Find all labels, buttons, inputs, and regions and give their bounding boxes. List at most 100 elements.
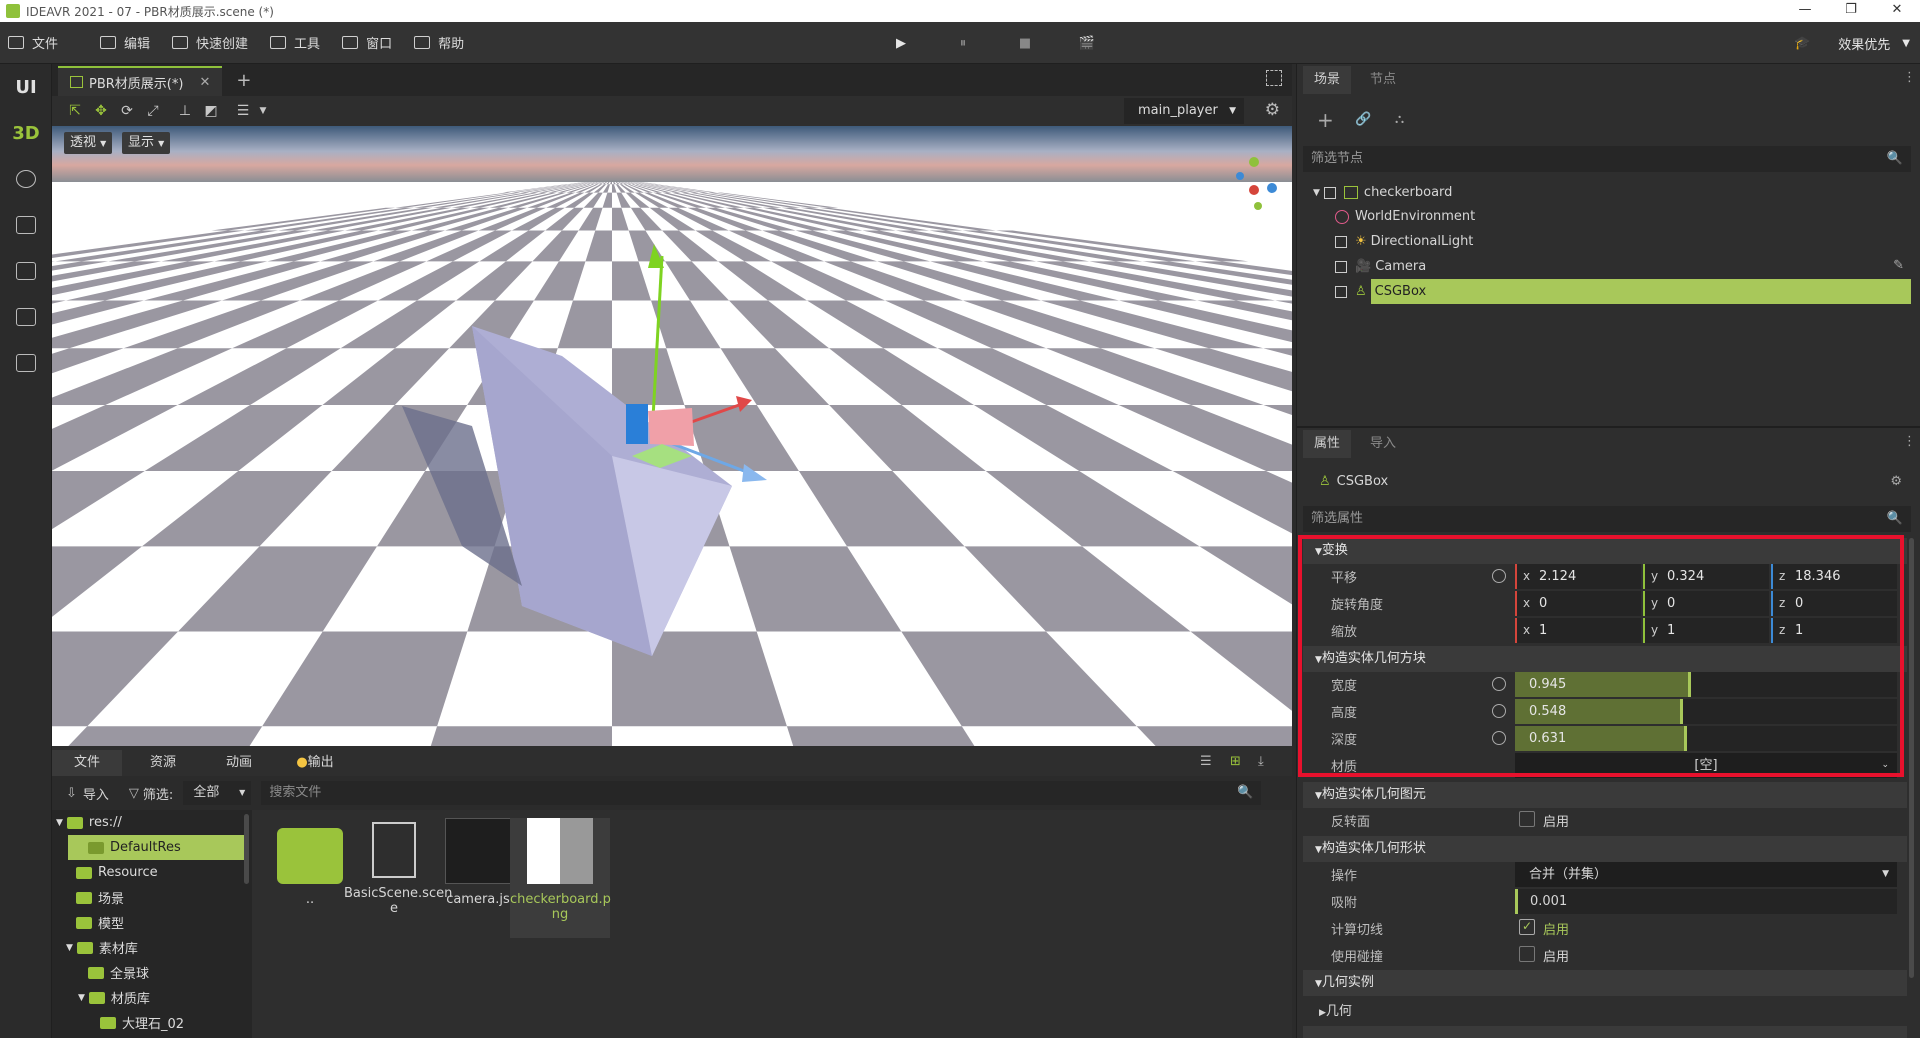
instance-icon[interactable]: ⛬ — [1395, 112, 1404, 127]
select-tool-icon[interactable]: ⇱ — [62, 100, 88, 122]
operation-select[interactable]: 合并（并集） ▼ — [1515, 862, 1897, 887]
tab-output[interactable]: ●输出 — [280, 750, 350, 776]
display-mode-button[interactable]: 显示 ▼ — [122, 132, 171, 154]
import-icon[interactable]: ⇩ — [66, 786, 77, 801]
node-camera[interactable]: 🎥 Camera — [1335, 254, 1426, 279]
menu-quick-create[interactable]: 快速创建 — [172, 33, 248, 52]
menu-tools[interactable]: 工具 — [270, 33, 320, 52]
tab-nodes[interactable]: 节点 — [1359, 66, 1407, 94]
tree-item-assets[interactable]: ▼ 素材库 — [52, 935, 252, 960]
tab-scene[interactable]: 场景 — [1303, 66, 1351, 94]
snap-icon[interactable]: ◩ — [198, 100, 224, 122]
menu-edit[interactable]: 编辑 — [100, 33, 150, 52]
movie-button[interactable]: 🎬 — [1056, 36, 1118, 51]
path-tool-button[interactable] — [0, 156, 52, 202]
collision-checkbox[interactable] — [1519, 946, 1535, 962]
grid-view-icon[interactable]: ⊞ — [1230, 754, 1241, 769]
list-view-icon[interactable]: ☰ — [1200, 754, 1212, 769]
camera-select[interactable]: main_player ▼ — [1124, 98, 1244, 124]
menu-bar: 文件 编辑 快速创建 工具 窗口 帮助 ▶ ⏸ ■ 🎬 🎓 效果优先 ▼ — [0, 22, 1920, 64]
tree-item-label: 全景球 — [110, 967, 150, 982]
pivot-icon[interactable]: ⊥ — [172, 100, 198, 122]
menu-help[interactable]: 帮助 — [414, 33, 464, 52]
fullscreen-icon[interactable] — [1266, 70, 1282, 86]
stop-button[interactable]: ■ — [994, 36, 1056, 51]
tangent-checkbox[interactable]: ✓ — [1519, 919, 1535, 935]
store-button[interactable] — [0, 202, 52, 248]
filter-select[interactable]: 全部 ▼ — [183, 781, 252, 805]
3d-mode-button[interactable]: 3D — [0, 110, 52, 156]
snap-field[interactable]: 0.001 — [1515, 889, 1897, 914]
gear-icon[interactable]: ⚙ — [1265, 100, 1280, 120]
view-mode-button[interactable]: 透视 ▼ — [64, 132, 113, 154]
node-filter-input[interactable]: 筛选节点 🔍 — [1303, 146, 1911, 172]
close-icon[interactable]: ✕ — [199, 75, 210, 90]
file-search-input[interactable]: 搜索文件 🔍 — [261, 781, 1262, 805]
tree-item-scenes[interactable]: 场景 — [52, 885, 252, 910]
pause-button[interactable]: ⏸ — [932, 36, 994, 51]
section-geometry-instance[interactable]: ▼几何实例 — [1303, 970, 1907, 996]
file-item-checkerboard[interactable]: checkerboard.p ng — [510, 818, 611, 938]
play-button[interactable]: ▶ — [870, 36, 932, 51]
tab-properties[interactable]: 属性 — [1303, 430, 1351, 458]
package-button[interactable] — [0, 248, 52, 294]
tab-import[interactable]: 导入 — [1359, 430, 1407, 458]
property-filter-input[interactable]: 筛选属性 🔍 — [1303, 506, 1911, 532]
scene-tab[interactable]: PBR材质展示(*) ✕ — [58, 66, 223, 96]
export-button[interactable] — [0, 294, 52, 340]
tree-item-defaultres[interactable]: DefaultRes — [68, 835, 244, 860]
flip-faces-checkbox[interactable] — [1519, 811, 1535, 827]
tree-scrollbar[interactable] — [244, 814, 249, 884]
minimize-button[interactable]: — — [1782, 0, 1828, 22]
more-icon[interactable]: ⋮ — [1903, 434, 1916, 449]
tree-item-models[interactable]: 模型 — [52, 910, 252, 935]
add-node-icon[interactable]: + — [1317, 108, 1334, 132]
file-toolbar: ⇩ 导入 ▽ 筛选: 全部 ▼ 搜索文件 🔍 — [52, 776, 1292, 810]
node-world-environment[interactable]: WorldEnvironment — [1335, 204, 1475, 229]
visibility-icon[interactable] — [1335, 285, 1347, 298]
tree-item-materials[interactable]: ▼ 材质库 — [52, 985, 252, 1010]
settings-sliders-icon[interactable]: ⚙ — [1890, 474, 1902, 489]
performance-mode-select[interactable]: 🎓 效果优先 ▼ — [1794, 22, 1910, 64]
download-icon[interactable]: ⤓ — [1258, 754, 1264, 769]
scene-render[interactable] — [52, 126, 1292, 746]
node-checkerboard[interactable]: ▼ checkerboard — [1313, 180, 1452, 205]
scene-tab-label: PBR材质展示(*) — [89, 76, 184, 92]
layout-icon[interactable]: ☰ — [230, 100, 256, 122]
visibility-icon[interactable] — [1335, 260, 1347, 273]
node-csgbox[interactable]: ♙ CSGBox — [1335, 279, 1911, 304]
tree-item-resource[interactable]: Resource — [52, 860, 252, 885]
deploy-button[interactable] — [0, 340, 52, 386]
menu-window[interactable]: 窗口 — [342, 33, 392, 52]
add-tab-button[interactable]: + — [236, 66, 251, 96]
node-label: Camera — [1375, 259, 1427, 274]
folder-icon — [88, 841, 104, 854]
geometry-subsection[interactable]: ▶几何 — [1319, 1000, 1352, 1019]
script-attach-icon[interactable]: ✎ — [1893, 258, 1904, 273]
tab-files[interactable]: 文件 — [52, 750, 122, 776]
3d-viewport[interactable]: 透视 ▼ 显示 ▼ — [52, 126, 1292, 746]
node-directional-light[interactable]: ☀ DirectionalLight — [1335, 229, 1473, 254]
rotate-tool-icon[interactable]: ⟳ — [114, 100, 140, 122]
tab-animation[interactable]: 动画 — [204, 750, 274, 776]
move-tool-icon[interactable]: ✥ — [88, 100, 114, 122]
import-button[interactable]: 导入 — [83, 784, 109, 803]
close-button[interactable]: ✕ — [1874, 0, 1920, 22]
restore-button[interactable]: ❐ — [1828, 0, 1874, 22]
section-csg-shape[interactable]: ▼构造实体几何形状 — [1303, 836, 1907, 862]
link-icon[interactable]: 🔗 — [1355, 112, 1371, 127]
visibility-icon[interactable] — [1335, 235, 1347, 248]
node-label: checkerboard — [1363, 185, 1453, 200]
tree-item-res[interactable]: ▼ res:// — [52, 810, 252, 835]
tree-item-marble[interactable]: 大理石_02 — [52, 1010, 252, 1035]
ui-mode-button[interactable]: UI — [0, 64, 52, 110]
visibility-icon[interactable] — [1323, 186, 1336, 199]
section-csg-primitive[interactable]: ▼构造实体几何图元 — [1303, 782, 1907, 808]
inspector-scrollbar[interactable] — [1909, 538, 1914, 978]
tree-item-panorama[interactable]: 全景球 — [52, 960, 252, 985]
tab-resources[interactable]: 资源 — [128, 750, 198, 776]
more-icon[interactable]: ⋮ — [1903, 70, 1916, 85]
menu-file[interactable]: 文件 — [8, 33, 58, 52]
scale-tool-icon[interactable]: ⤢ — [140, 100, 166, 122]
chevron-down-icon[interactable]: ▼ — [256, 100, 270, 122]
